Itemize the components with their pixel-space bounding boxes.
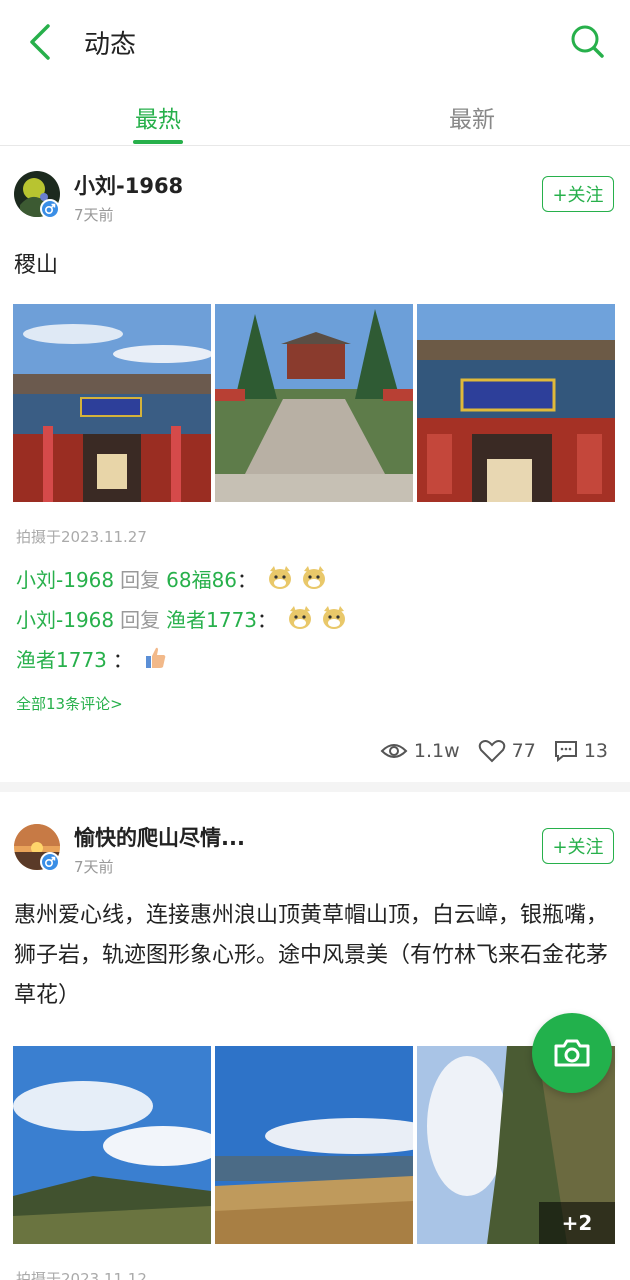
- post-card[interactable]: 小刘-1968 7天前 +关注 稷山 拍摄于2023.11.27 小刘-1968…: [0, 146, 630, 782]
- follow-button[interactable]: +关注: [542, 828, 614, 864]
- page-title: 动态: [84, 30, 137, 60]
- camera-icon: [554, 1039, 590, 1067]
- comment-colon: ：: [257, 607, 278, 632]
- male-icon: [40, 199, 60, 219]
- post-divider: [0, 782, 630, 792]
- comments-stat[interactable]: 13: [554, 740, 608, 762]
- post-photo[interactable]: [215, 304, 413, 502]
- comment-item[interactable]: 渔者1773 ：: [16, 643, 177, 673]
- heart-icon: [478, 740, 505, 763]
- post-time: 7天前: [74, 858, 114, 876]
- comment-item[interactable]: 小刘-1968 回复 68福86 ：: [16, 563, 335, 593]
- post-content: 惠州爱心线，连接惠州浪山顶黄草帽山顶，白云嶂，银瓶嘴，狮子岩，轨迹图形象心形。途…: [14, 903, 609, 1008]
- comment-item[interactable]: 小刘-1968 回复 渔者1773 ：: [16, 603, 355, 633]
- tab-bar: 最热 最新: [0, 86, 630, 146]
- comment-user[interactable]: 小刘-1968: [16, 564, 114, 593]
- camera-button[interactable]: [532, 1013, 612, 1093]
- likes-stat[interactable]: 77: [478, 739, 536, 763]
- thumbs-up-emoji-icon: [145, 647, 166, 668]
- post-photo[interactable]: [215, 1046, 413, 1244]
- tab-new[interactable]: 最新: [412, 100, 532, 134]
- eye-icon: [380, 744, 408, 758]
- follow-button[interactable]: +关注: [542, 176, 614, 212]
- username[interactable]: 小刘-1968: [74, 170, 183, 200]
- post-time: 7天前: [74, 206, 114, 224]
- doge-emoji-icon: [303, 566, 326, 589]
- comment-user[interactable]: 渔者1773: [16, 644, 107, 673]
- photo-date: 拍摄于2023.11.27: [16, 528, 147, 546]
- search-icon[interactable]: [568, 22, 606, 60]
- reply-word: 回复: [120, 607, 161, 632]
- comments-count: 13: [583, 740, 608, 762]
- doge-emoji-icon: [289, 606, 312, 629]
- comment-target[interactable]: 渔者1773: [166, 604, 257, 633]
- comment-colon: ：: [112, 647, 133, 672]
- tab-hot[interactable]: 最热: [98, 100, 218, 134]
- app-screen: 动态 最热 最新 小刘-1968 7天前 +关注 稷山 拍摄于2023.11.2…: [0, 0, 630, 1280]
- more-photos-badge[interactable]: +2: [539, 1202, 615, 1244]
- post-content: 稷山: [14, 253, 59, 278]
- reply-word: 回复: [120, 567, 161, 592]
- post-photo[interactable]: [13, 304, 211, 502]
- top-bar: 动态: [0, 0, 630, 86]
- comment-target[interactable]: 68福86: [166, 564, 237, 593]
- comment-icon: [554, 741, 577, 762]
- photo-date: 拍摄于2023.11.12: [16, 1270, 147, 1280]
- likes-count: 77: [511, 740, 536, 762]
- post-photo[interactable]: [13, 1046, 211, 1244]
- all-comments-link[interactable]: 全部13条评论>: [16, 693, 123, 714]
- doge-emoji-icon: [323, 606, 346, 629]
- username[interactable]: 愉快的爬山尽情...: [74, 822, 245, 852]
- post-photo[interactable]: [417, 304, 615, 502]
- active-tab-indicator: [133, 140, 183, 144]
- post-stats: 1.1w 77 13: [362, 736, 608, 766]
- doge-emoji-icon: [269, 566, 292, 589]
- back-arrow-icon[interactable]: [24, 22, 58, 62]
- comment-user[interactable]: 小刘-1968: [16, 604, 114, 633]
- views-count: 1.1w: [413, 740, 460, 762]
- views-stat[interactable]: 1.1w: [380, 740, 460, 762]
- comment-colon: ：: [237, 567, 258, 592]
- male-icon: [40, 852, 60, 872]
